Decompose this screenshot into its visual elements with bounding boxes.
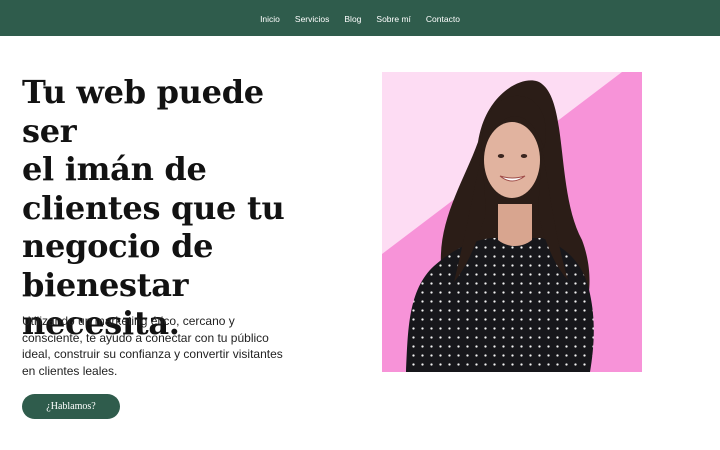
hero-title-line: Tu web puede ser [22,73,264,150]
hero-title-line: bienestar [22,265,189,304]
nav-link-servicios[interactable]: Servicios [295,14,329,24]
top-navbar: Inicio Servicios Blog Sobre mí Contacto [0,0,720,36]
nav-item-servicios: Servicios [295,9,329,27]
hero-title-line: el imán de [22,150,207,188]
hero-description: Utilizando un marketing ético, cercano y… [22,314,283,378]
portrait-photo [382,72,642,372]
hero-title-line: clientes que tu [22,188,285,227]
left-eye [497,154,505,158]
nav-item-contacto: Contacto [426,9,460,27]
nav-item-blog: Blog [344,9,361,27]
nav-link-inicio[interactable]: Inicio [260,14,280,24]
portrait-illustration [382,72,642,372]
contact-cta-button[interactable]: ¿Hablamos? [22,394,120,419]
nav-item-inicio: Inicio [260,9,280,27]
nav-link-sobre-mi[interactable]: Sobre mí [376,14,411,24]
nav-link-contacto[interactable]: Contacto [426,14,460,24]
face-shape [484,122,540,198]
hero-title-line: negocio de [22,227,214,265]
main-navigation: Inicio Servicios Blog Sobre mí Contacto [260,9,460,27]
nav-list: Inicio Servicios Blog Sobre mí Contacto [260,9,460,27]
right-eye [520,154,528,158]
neck-shape [498,204,532,246]
nav-item-sobre-mi: Sobre mí [376,9,411,27]
nav-link-blog[interactable]: Blog [344,14,361,24]
hero-title: Tu web puede ser el imán de clientes que… [22,73,322,343]
